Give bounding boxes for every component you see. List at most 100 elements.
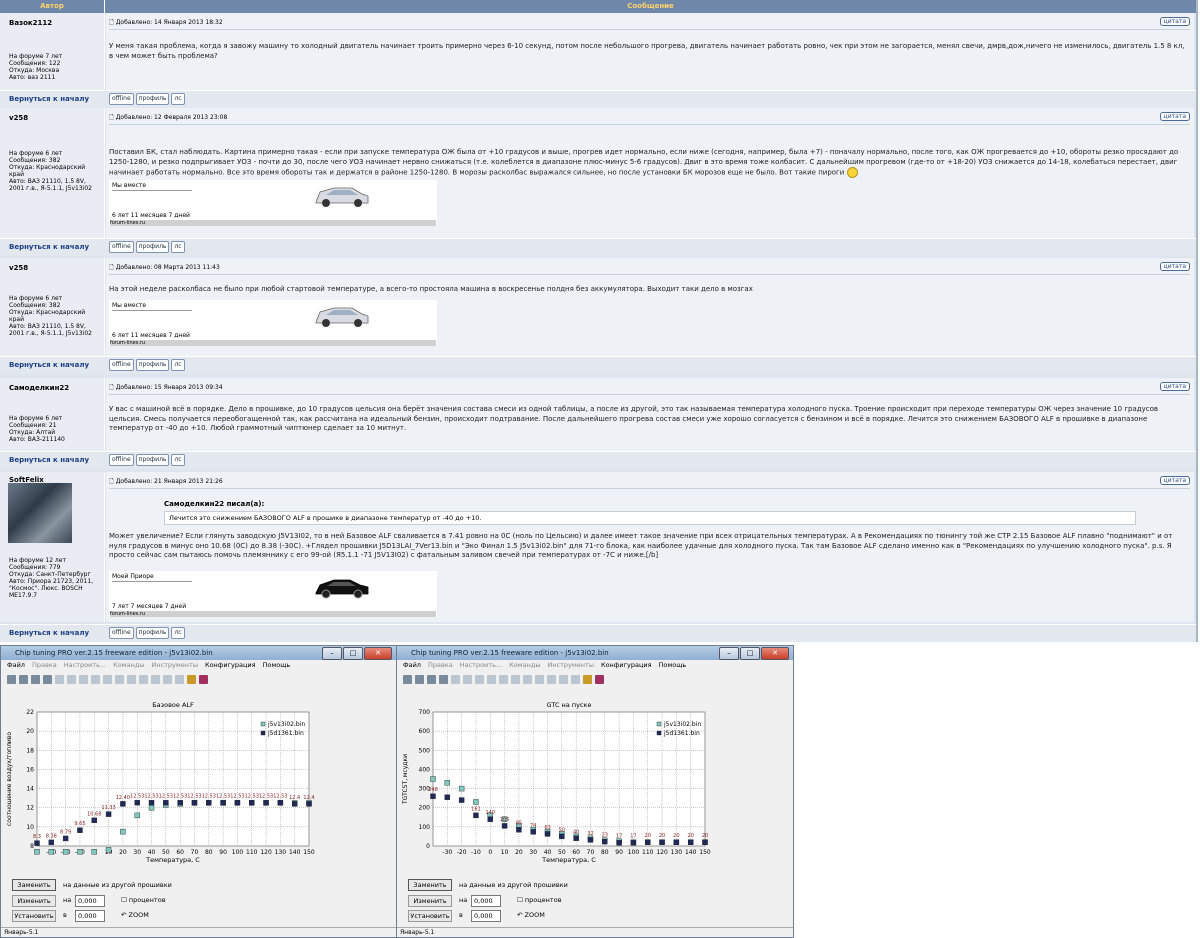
checksum-icon[interactable] <box>187 674 196 684</box>
menu-file[interactable]: Файл <box>403 660 421 671</box>
quote-button[interactable]: цитата <box>1159 17 1190 26</box>
close-button[interactable]: ✕ <box>364 647 392 660</box>
author-name[interactable]: v258 <box>9 114 28 122</box>
zoom-icon[interactable] <box>547 674 556 684</box>
percent-checkbox[interactable]: ☐ процентов <box>121 896 166 904</box>
formula-icon[interactable] <box>499 674 508 684</box>
menu-commands[interactable]: Команды <box>509 660 540 671</box>
menu-settings[interactable]: Настроить... <box>460 660 502 671</box>
pm-button[interactable]: лс <box>171 359 185 371</box>
profile-button[interactable]: профиль <box>135 241 170 253</box>
hand-icon[interactable] <box>571 674 580 684</box>
percent-checkbox[interactable]: ☐ процентов <box>517 896 562 904</box>
minimize-button[interactable]: – <box>322 647 342 660</box>
offline-button[interactable]: offline <box>109 93 134 105</box>
table-icon[interactable] <box>535 674 544 684</box>
offline-button[interactable]: offline <box>109 359 134 371</box>
quote-button[interactable]: цитата <box>1159 262 1190 271</box>
menu-edit[interactable]: Правка <box>32 660 57 671</box>
profile-button[interactable]: профиль <box>135 359 170 371</box>
book-icon[interactable] <box>199 674 208 684</box>
chart-icon[interactable] <box>487 674 496 684</box>
grid-icon[interactable] <box>127 674 136 684</box>
copy-icon[interactable] <box>55 674 64 684</box>
quote-button[interactable]: цитата <box>1159 112 1190 121</box>
pm-button[interactable]: лс <box>171 627 185 639</box>
maximize-button[interactable]: □ <box>740 647 760 660</box>
back-to-top-link[interactable]: Вернуться к началу <box>9 95 89 103</box>
search-icon[interactable] <box>115 674 124 684</box>
signature-banner[interactable]: Мы вместе 6 лет 11 месяцев 7 дней forum-… <box>109 300 437 346</box>
install-button[interactable]: Установить <box>408 910 452 922</box>
menu-tools[interactable]: Инструменты <box>547 660 594 671</box>
table-icon[interactable] <box>139 674 148 684</box>
zoom-icon[interactable] <box>151 674 160 684</box>
profile-button[interactable]: профиль <box>135 454 170 466</box>
offline-button[interactable]: offline <box>109 454 134 466</box>
replace-button[interactable]: Заменить <box>12 879 56 891</box>
fit-icon[interactable] <box>163 674 172 684</box>
undo-icon[interactable] <box>475 674 484 684</box>
change-button[interactable]: Изменить <box>408 895 452 907</box>
hand-icon[interactable] <box>175 674 184 684</box>
change-value-field[interactable]: 0,000 <box>471 895 501 907</box>
avatar[interactable] <box>8 483 72 543</box>
author-name[interactable]: v258 <box>9 264 28 272</box>
change-button[interactable]: Изменить <box>12 895 56 907</box>
change-value-field[interactable]: 0,000 <box>75 895 105 907</box>
save-as-icon[interactable] <box>31 674 40 684</box>
menu-file[interactable]: Файл <box>7 660 25 671</box>
minimize-button[interactable]: – <box>719 647 739 660</box>
menu-help[interactable]: Помощь <box>659 660 687 671</box>
grid-icon[interactable] <box>523 674 532 684</box>
offline-button[interactable]: offline <box>109 627 134 639</box>
copy-icon[interactable] <box>451 674 460 684</box>
menu-edit[interactable]: Правка <box>428 660 453 671</box>
back-to-top-link[interactable]: Вернуться к началу <box>9 456 89 464</box>
offline-button[interactable]: offline <box>109 241 134 253</box>
close-button[interactable]: ✕ <box>761 647 789 660</box>
pm-button[interactable]: лс <box>171 454 185 466</box>
maximize-button[interactable]: □ <box>343 647 363 660</box>
author-name[interactable]: Самоделкин22 <box>9 384 69 392</box>
install-button[interactable]: Установить <box>12 910 56 922</box>
undo-icon[interactable] <box>79 674 88 684</box>
alf-chart[interactable]: Базовое ALF810121416182022-30-20-1001020… <box>3 698 319 878</box>
profile-button[interactable]: профиль <box>135 93 170 105</box>
menu-settings[interactable]: Настроить... <box>64 660 106 671</box>
open-icon[interactable] <box>7 674 16 684</box>
install-value-field[interactable]: 0,000 <box>75 910 105 922</box>
print-icon[interactable] <box>43 674 52 684</box>
zoom-button[interactable]: ↶ ZOOM <box>121 911 149 919</box>
zoom-button[interactable]: ↶ ZOOM <box>517 911 545 919</box>
back-to-top-link[interactable]: Вернуться к началу <box>9 243 89 251</box>
quote-button[interactable]: цитата <box>1159 382 1190 391</box>
signature-banner[interactable]: Моей Приоре 7 лет 7 месяцев 7 дней forum… <box>109 571 437 617</box>
install-value-field[interactable]: 0,000 <box>471 910 501 922</box>
save-icon[interactable] <box>19 674 28 684</box>
pm-button[interactable]: лс <box>171 241 185 253</box>
pm-button[interactable]: лс <box>171 93 185 105</box>
menu-tools[interactable]: Инструменты <box>151 660 198 671</box>
back-to-top-link[interactable]: Вернуться к началу <box>9 629 89 637</box>
menu-config[interactable]: Конфигурация <box>205 660 256 671</box>
signature-banner[interactable]: Мы вместе 6 лет 11 месяцев 7 дней forum-… <box>109 180 437 226</box>
paste-icon[interactable] <box>463 674 472 684</box>
print-icon[interactable] <box>439 674 448 684</box>
menu-commands[interactable]: Команды <box>113 660 144 671</box>
menu-config[interactable]: Конфигурация <box>601 660 652 671</box>
book-icon[interactable] <box>595 674 604 684</box>
profile-button[interactable]: профиль <box>135 627 170 639</box>
save-icon[interactable] <box>415 674 424 684</box>
fit-icon[interactable] <box>559 674 568 684</box>
quote-button[interactable]: цитата <box>1159 476 1190 485</box>
menu-help[interactable]: Помощь <box>263 660 291 671</box>
search-icon[interactable] <box>511 674 520 684</box>
formula-icon[interactable] <box>103 674 112 684</box>
paste-icon[interactable] <box>67 674 76 684</box>
gtc-chart[interactable]: GTC на пуске0100200300400500600700-30 -20… <box>399 698 715 878</box>
back-to-top-link[interactable]: Вернуться к началу <box>9 361 89 369</box>
checksum-icon[interactable] <box>583 674 592 684</box>
save-as-icon[interactable] <box>427 674 436 684</box>
author-name[interactable]: Вазок2112 <box>9 19 52 27</box>
